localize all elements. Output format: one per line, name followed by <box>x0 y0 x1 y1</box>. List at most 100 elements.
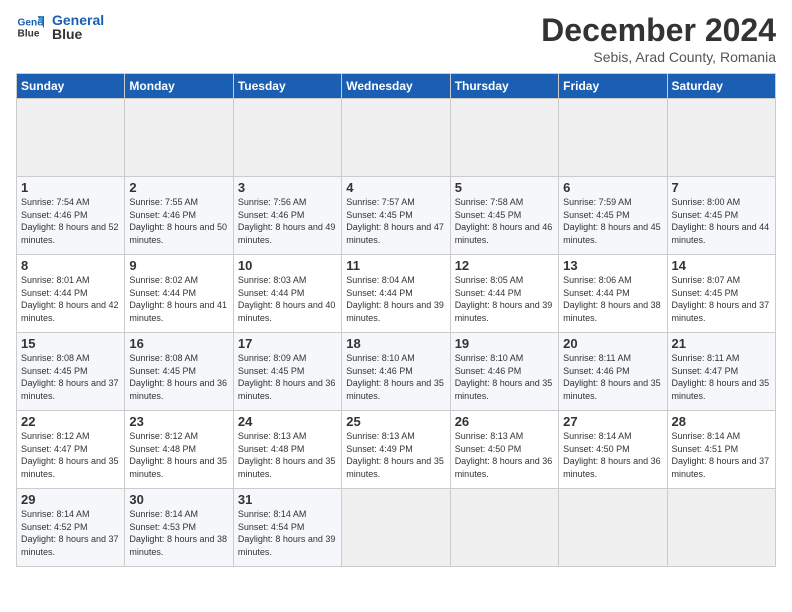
calendar-cell: 18Sunrise: 8:10 AMSunset: 4:46 PMDayligh… <box>342 333 450 411</box>
day-number: 25 <box>346 414 445 429</box>
day-number: 3 <box>238 180 337 195</box>
day-info: Sunrise: 8:13 AMSunset: 4:48 PMDaylight:… <box>238 430 337 480</box>
day-info: Sunrise: 8:09 AMSunset: 4:45 PMDaylight:… <box>238 352 337 402</box>
day-info: Sunrise: 7:56 AMSunset: 4:46 PMDaylight:… <box>238 196 337 246</box>
calendar-cell <box>559 99 667 177</box>
calendar-cell: 31Sunrise: 8:14 AMSunset: 4:54 PMDayligh… <box>233 489 341 567</box>
day-number: 13 <box>563 258 662 273</box>
location-subtitle: Sebis, Arad County, Romania <box>541 49 776 65</box>
logo-blue: Blue <box>52 26 104 42</box>
title-block: December 2024 Sebis, Arad County, Romani… <box>541 12 776 65</box>
day-number: 5 <box>455 180 554 195</box>
calendar-week-row <box>17 99 776 177</box>
calendar-cell: 16Sunrise: 8:08 AMSunset: 4:45 PMDayligh… <box>125 333 233 411</box>
day-info: Sunrise: 8:12 AMSunset: 4:47 PMDaylight:… <box>21 430 120 480</box>
calendar-cell: 17Sunrise: 8:09 AMSunset: 4:45 PMDayligh… <box>233 333 341 411</box>
calendar-cell: 13Sunrise: 8:06 AMSunset: 4:44 PMDayligh… <box>559 255 667 333</box>
day-info: Sunrise: 8:08 AMSunset: 4:45 PMDaylight:… <box>129 352 228 402</box>
day-number: 4 <box>346 180 445 195</box>
day-number: 17 <box>238 336 337 351</box>
calendar-week-row: 22Sunrise: 8:12 AMSunset: 4:47 PMDayligh… <box>17 411 776 489</box>
day-info: Sunrise: 8:14 AMSunset: 4:50 PMDaylight:… <box>563 430 662 480</box>
calendar-week-row: 8Sunrise: 8:01 AMSunset: 4:44 PMDaylight… <box>17 255 776 333</box>
calendar-cell: 19Sunrise: 8:10 AMSunset: 4:46 PMDayligh… <box>450 333 558 411</box>
day-number: 23 <box>129 414 228 429</box>
calendar-cell: 23Sunrise: 8:12 AMSunset: 4:48 PMDayligh… <box>125 411 233 489</box>
day-number: 22 <box>21 414 120 429</box>
day-info: Sunrise: 8:10 AMSunset: 4:46 PMDaylight:… <box>455 352 554 402</box>
logo: General Blue General Blue <box>16 12 104 42</box>
calendar-cell <box>125 99 233 177</box>
calendar-week-row: 15Sunrise: 8:08 AMSunset: 4:45 PMDayligh… <box>17 333 776 411</box>
day-info: Sunrise: 8:12 AMSunset: 4:48 PMDaylight:… <box>129 430 228 480</box>
calendar-header-row: SundayMondayTuesdayWednesdayThursdayFrid… <box>17 74 776 99</box>
calendar-cell: 1Sunrise: 7:54 AMSunset: 4:46 PMDaylight… <box>17 177 125 255</box>
calendar-header-friday: Friday <box>559 74 667 99</box>
day-number: 24 <box>238 414 337 429</box>
day-info: Sunrise: 8:01 AMSunset: 4:44 PMDaylight:… <box>21 274 120 324</box>
calendar-cell <box>667 489 775 567</box>
calendar-cell: 25Sunrise: 8:13 AMSunset: 4:49 PMDayligh… <box>342 411 450 489</box>
day-number: 29 <box>21 492 120 507</box>
calendar-cell: 29Sunrise: 8:14 AMSunset: 4:52 PMDayligh… <box>17 489 125 567</box>
day-info: Sunrise: 7:54 AMSunset: 4:46 PMDaylight:… <box>21 196 120 246</box>
day-info: Sunrise: 8:03 AMSunset: 4:44 PMDaylight:… <box>238 274 337 324</box>
day-info: Sunrise: 8:00 AMSunset: 4:45 PMDaylight:… <box>672 196 771 246</box>
calendar-cell: 2Sunrise: 7:55 AMSunset: 4:46 PMDaylight… <box>125 177 233 255</box>
day-number: 8 <box>21 258 120 273</box>
day-info: Sunrise: 8:04 AMSunset: 4:44 PMDaylight:… <box>346 274 445 324</box>
day-info: Sunrise: 7:55 AMSunset: 4:46 PMDaylight:… <box>129 196 228 246</box>
day-number: 6 <box>563 180 662 195</box>
calendar-cell: 6Sunrise: 7:59 AMSunset: 4:45 PMDaylight… <box>559 177 667 255</box>
day-number: 31 <box>238 492 337 507</box>
calendar-cell <box>233 99 341 177</box>
calendar-cell: 10Sunrise: 8:03 AMSunset: 4:44 PMDayligh… <box>233 255 341 333</box>
calendar-cell <box>667 99 775 177</box>
day-number: 19 <box>455 336 554 351</box>
calendar-week-row: 29Sunrise: 8:14 AMSunset: 4:52 PMDayligh… <box>17 489 776 567</box>
day-number: 26 <box>455 414 554 429</box>
day-info: Sunrise: 8:06 AMSunset: 4:44 PMDaylight:… <box>563 274 662 324</box>
day-info: Sunrise: 8:11 AMSunset: 4:47 PMDaylight:… <box>672 352 771 402</box>
day-number: 10 <box>238 258 337 273</box>
day-info: Sunrise: 8:02 AMSunset: 4:44 PMDaylight:… <box>129 274 228 324</box>
calendar-header-monday: Monday <box>125 74 233 99</box>
calendar-cell <box>17 99 125 177</box>
calendar-cell <box>450 489 558 567</box>
day-number: 14 <box>672 258 771 273</box>
svg-text:Blue: Blue <box>18 28 40 39</box>
calendar-cell <box>450 99 558 177</box>
day-number: 11 <box>346 258 445 273</box>
calendar-cell: 14Sunrise: 8:07 AMSunset: 4:45 PMDayligh… <box>667 255 775 333</box>
calendar-header-wednesday: Wednesday <box>342 74 450 99</box>
day-number: 2 <box>129 180 228 195</box>
calendar-header-sunday: Sunday <box>17 74 125 99</box>
calendar-body: 1Sunrise: 7:54 AMSunset: 4:46 PMDaylight… <box>17 99 776 567</box>
calendar-cell <box>342 99 450 177</box>
calendar-cell: 15Sunrise: 8:08 AMSunset: 4:45 PMDayligh… <box>17 333 125 411</box>
month-title: December 2024 <box>541 12 776 49</box>
calendar-header-saturday: Saturday <box>667 74 775 99</box>
day-info: Sunrise: 7:57 AMSunset: 4:45 PMDaylight:… <box>346 196 445 246</box>
calendar-cell: 7Sunrise: 8:00 AMSunset: 4:45 PMDaylight… <box>667 177 775 255</box>
day-number: 21 <box>672 336 771 351</box>
calendar-cell: 12Sunrise: 8:05 AMSunset: 4:44 PMDayligh… <box>450 255 558 333</box>
calendar-cell: 27Sunrise: 8:14 AMSunset: 4:50 PMDayligh… <box>559 411 667 489</box>
calendar-cell: 30Sunrise: 8:14 AMSunset: 4:53 PMDayligh… <box>125 489 233 567</box>
calendar-header-thursday: Thursday <box>450 74 558 99</box>
calendar-cell: 11Sunrise: 8:04 AMSunset: 4:44 PMDayligh… <box>342 255 450 333</box>
day-info: Sunrise: 8:10 AMSunset: 4:46 PMDaylight:… <box>346 352 445 402</box>
day-info: Sunrise: 7:59 AMSunset: 4:45 PMDaylight:… <box>563 196 662 246</box>
day-info: Sunrise: 8:08 AMSunset: 4:45 PMDaylight:… <box>21 352 120 402</box>
day-info: Sunrise: 8:14 AMSunset: 4:51 PMDaylight:… <box>672 430 771 480</box>
day-number: 27 <box>563 414 662 429</box>
calendar-cell: 8Sunrise: 8:01 AMSunset: 4:44 PMDaylight… <box>17 255 125 333</box>
day-number: 28 <box>672 414 771 429</box>
calendar-cell <box>342 489 450 567</box>
day-info: Sunrise: 8:13 AMSunset: 4:50 PMDaylight:… <box>455 430 554 480</box>
day-number: 7 <box>672 180 771 195</box>
day-number: 15 <box>21 336 120 351</box>
day-info: Sunrise: 8:14 AMSunset: 4:53 PMDaylight:… <box>129 508 228 558</box>
day-number: 20 <box>563 336 662 351</box>
day-info: Sunrise: 8:05 AMSunset: 4:44 PMDaylight:… <box>455 274 554 324</box>
